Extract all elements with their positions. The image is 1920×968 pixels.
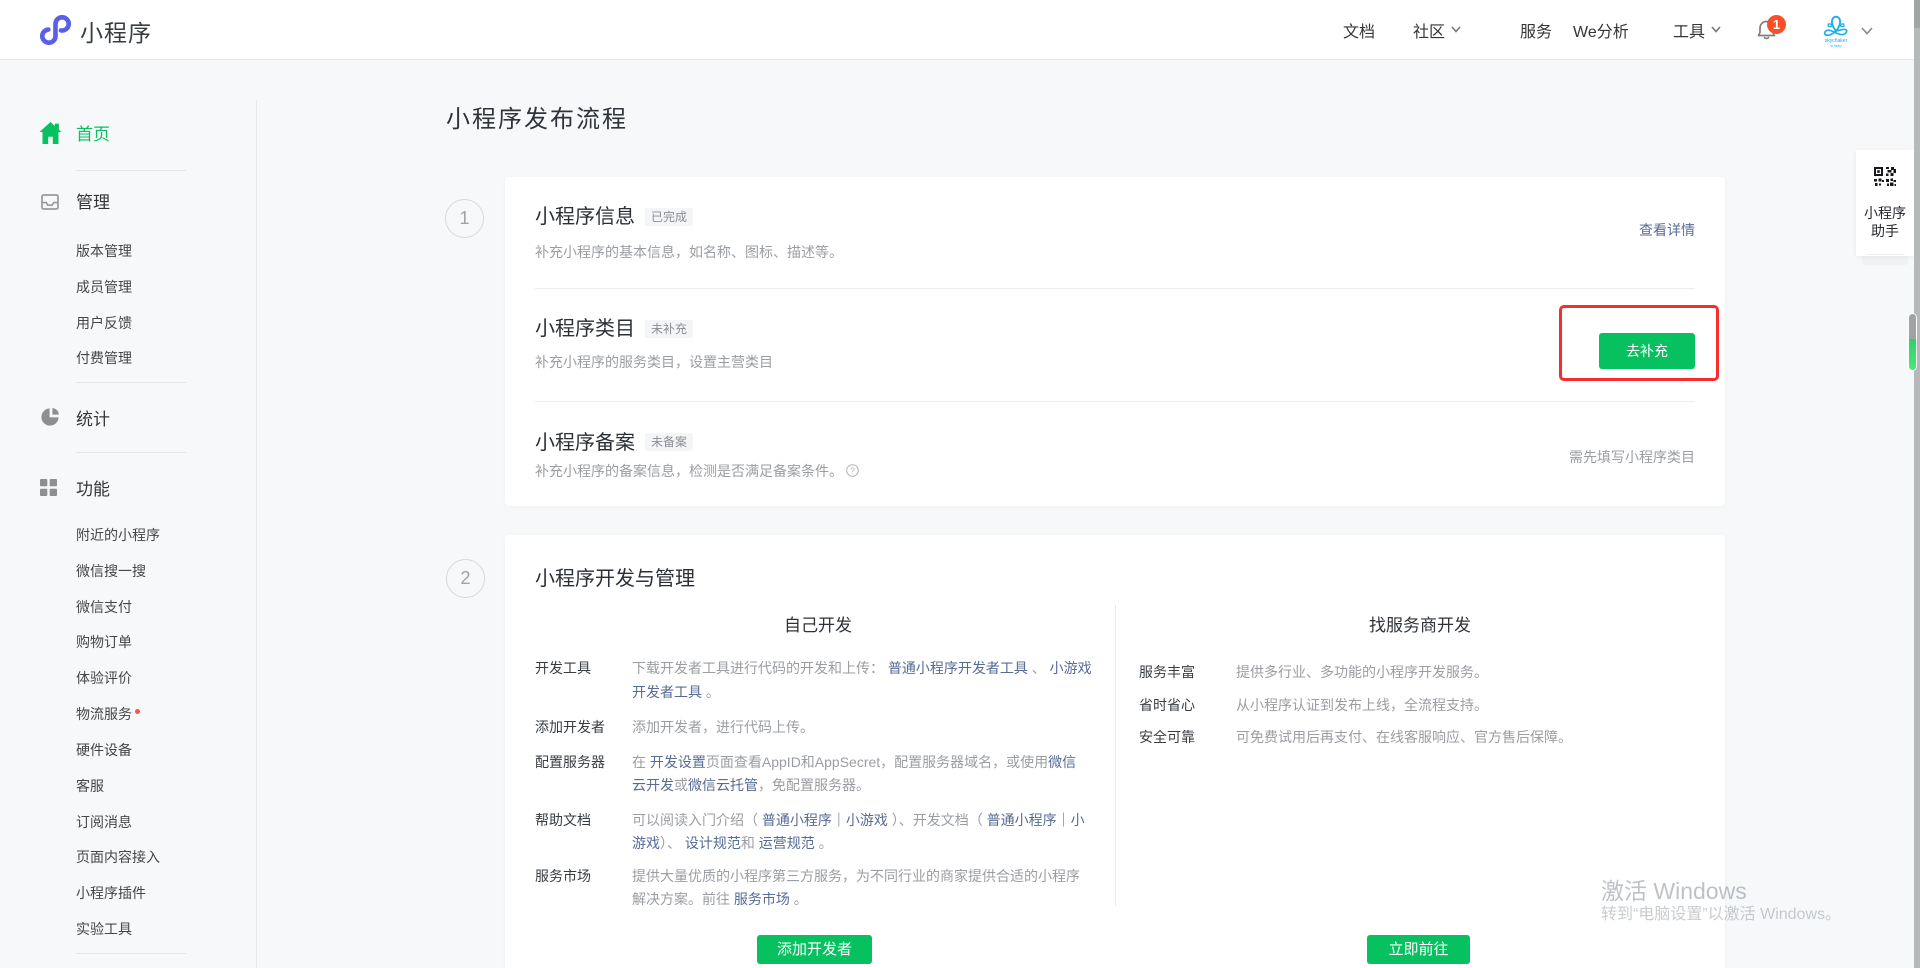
svg-text:?: ? <box>850 465 855 475</box>
svg-text:to keep: to keep <box>1830 44 1841 48</box>
